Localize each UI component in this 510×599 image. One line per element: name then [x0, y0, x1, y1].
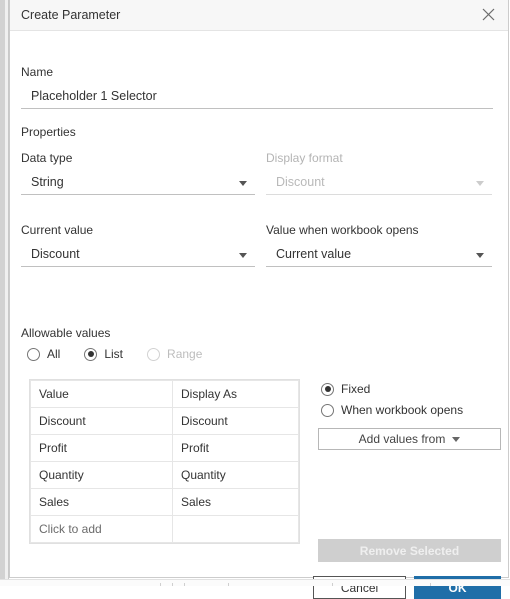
- display-format-value: Discount: [276, 175, 325, 189]
- chevron-down-icon: [476, 253, 484, 258]
- properties-heading: Properties: [21, 125, 76, 139]
- radio-fixed[interactable]: Fixed: [321, 382, 463, 396]
- create-parameter-dialog: Create Parameter Name Placeholder 1 Sele…: [9, 0, 509, 599]
- radio-when-workbook-opens[interactable]: When workbook opens: [321, 403, 463, 417]
- chevron-down-icon: [452, 436, 461, 442]
- value-when-workbook-opens-value: Current value: [276, 247, 352, 261]
- radio-allowable-range: Range: [147, 347, 202, 361]
- list-source-radio-group: Fixed When workbook opens: [321, 382, 463, 424]
- table-header-row: Value Display As: [30, 380, 299, 408]
- cell-value[interactable]: Discount: [30, 407, 173, 435]
- cell-display-as[interactable]: Profit: [172, 434, 299, 462]
- chevron-down-icon: [239, 181, 247, 186]
- name-input[interactable]: Placeholder 1 Selector: [21, 85, 493, 109]
- radio-icon: [321, 403, 334, 417]
- table-row[interactable]: Profit Profit: [30, 434, 299, 462]
- data-type-dropdown[interactable]: String: [21, 171, 255, 195]
- allowable-values-radio-group: All List Range: [27, 347, 226, 361]
- column-header-value: Value: [30, 380, 173, 408]
- data-type-value: String: [31, 175, 64, 189]
- value-when-workbook-opens-label: Value when workbook opens: [266, 223, 419, 237]
- radio-allowable-list-label: List: [104, 347, 124, 361]
- radio-icon: [27, 347, 40, 361]
- chevron-down-icon: [476, 181, 484, 186]
- remove-selected-label: Remove Selected: [359, 543, 460, 558]
- dialog-body: Name Placeholder 1 Selector Properties D…: [10, 31, 508, 599]
- click-to-add-cell[interactable]: Click to add: [30, 515, 173, 543]
- add-values-from-button[interactable]: Add values from: [318, 428, 501, 450]
- radio-allowable-list[interactable]: List: [84, 347, 123, 361]
- values-table[interactable]: Value Display As Discount Discount Profi…: [29, 379, 300, 544]
- table-row[interactable]: Quantity Quantity: [30, 461, 299, 489]
- display-format-label: Display format: [266, 151, 343, 165]
- cell-value[interactable]: Profit: [30, 434, 173, 462]
- cell-display-as[interactable]: Sales: [172, 488, 299, 516]
- allowable-values-heading: Allowable values: [21, 326, 111, 340]
- table-row-add[interactable]: Click to add: [30, 515, 299, 543]
- radio-allowable-all-label: All: [47, 347, 61, 361]
- close-icon[interactable]: [468, 0, 508, 29]
- table-row[interactable]: Discount Discount: [30, 407, 299, 435]
- dialog-title: Create Parameter: [21, 8, 121, 22]
- cell-display-as[interactable]: Quantity: [172, 461, 299, 489]
- radio-fixed-label: Fixed: [341, 382, 371, 396]
- radio-icon: [321, 382, 334, 396]
- column-header-display-as: Display As: [172, 380, 299, 408]
- current-value-value: Discount: [31, 247, 80, 261]
- cell-value[interactable]: Sales: [30, 488, 173, 516]
- radio-when-workbook-opens-label: When workbook opens: [341, 403, 464, 417]
- chevron-down-icon: [239, 253, 247, 258]
- cell-display-as[interactable]: Discount: [172, 407, 299, 435]
- value-when-workbook-opens-dropdown[interactable]: Current value: [266, 243, 492, 267]
- current-value-label: Current value: [21, 223, 94, 237]
- radio-allowable-all[interactable]: All: [27, 347, 60, 361]
- add-values-from-label: Add values from: [358, 432, 446, 446]
- name-input-value: Placeholder 1 Selector: [31, 89, 157, 103]
- name-label: Name: [21, 65, 54, 79]
- table-row[interactable]: Sales Sales: [30, 488, 299, 516]
- remove-selected-button: Remove Selected: [318, 539, 501, 562]
- radio-icon: [84, 347, 98, 361]
- cell-display-as-empty[interactable]: [172, 515, 299, 543]
- cell-value[interactable]: Quantity: [30, 461, 173, 489]
- data-type-label: Data type: [21, 151, 73, 165]
- radio-icon: [147, 347, 161, 361]
- radio-allowable-range-label: Range: [167, 347, 203, 361]
- dialog-titlebar: Create Parameter: [10, 0, 508, 31]
- display-format-dropdown: Discount: [266, 171, 492, 195]
- current-value-dropdown[interactable]: Discount: [21, 243, 255, 267]
